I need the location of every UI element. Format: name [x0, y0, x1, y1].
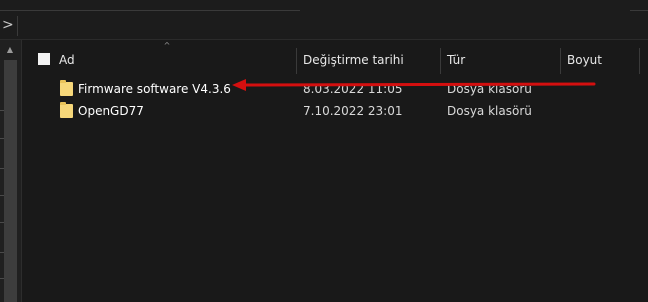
annotation-arrow-head — [232, 79, 246, 91]
annotation-arrow-shaft — [242, 82, 596, 87]
annotation-arrow — [232, 79, 596, 91]
